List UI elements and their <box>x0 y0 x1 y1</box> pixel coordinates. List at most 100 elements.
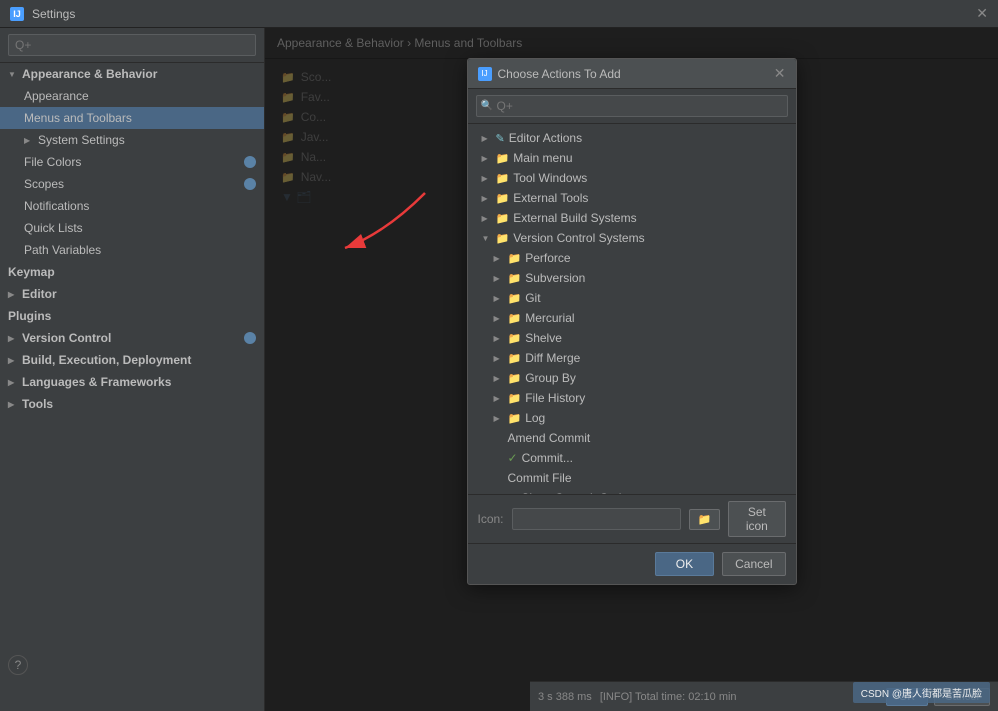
sidebar-item-label: File Colors <box>24 155 81 169</box>
log-text: [INFO] Total time: 02:10 min <box>600 691 737 703</box>
sidebar-item-system-settings[interactable]: ▶ System Settings <box>0 129 264 151</box>
folder-icon: 📁 <box>508 312 522 325</box>
modal-item-tool-windows[interactable]: ▶ 📁 Tool Windows <box>468 168 796 188</box>
sidebar-item-version-control[interactable]: ▶ Version Control <box>0 327 264 349</box>
app-icon: IJ <box>10 7 24 21</box>
modal-search-input[interactable] <box>476 95 788 117</box>
item-label: Subversion <box>525 271 585 285</box>
help-button[interactable]: ? <box>8 655 28 675</box>
arrow-icon: ▶ <box>8 400 18 409</box>
arrow-icon: ▶ <box>24 136 34 145</box>
modal-item-mercurial[interactable]: ▶ 📁 Mercurial <box>468 308 796 328</box>
folder-icon: 📁 <box>496 152 510 165</box>
choose-actions-dialog: IJ Choose Actions To Add ✕ 🔍 <box>467 58 797 585</box>
sidebar-item-label: Tools <box>22 397 53 411</box>
item-label: External Build Systems <box>513 211 636 225</box>
sidebar-item-appearance[interactable]: Appearance <box>0 85 264 107</box>
modal-item-external-tools[interactable]: ▶ 📁 External Tools <box>468 188 796 208</box>
sidebar-item-label: Languages & Frameworks <box>22 375 171 389</box>
expand-arrow-icon: ▶ <box>494 314 504 323</box>
modal-item-group-by[interactable]: ▶ 📁 Group By <box>468 368 796 388</box>
sidebar-item-editor[interactable]: ▶ Editor <box>0 283 264 305</box>
modal-item-subversion[interactable]: ▶ 📁 Subversion <box>468 268 796 288</box>
modal-item-shelve[interactable]: ▶ 📁 Shelve <box>468 328 796 348</box>
modal-item-git[interactable]: ▶ 📁 Git <box>468 288 796 308</box>
icon-section: Icon: 📁 Set icon <box>468 494 796 543</box>
modal-item-vcs[interactable]: ▼ 📁 Version Control Systems <box>468 228 796 248</box>
sidebar-item-label: Editor <box>22 287 57 301</box>
folder-icon: 📁 <box>508 392 522 405</box>
expand-arrow-icon: ▶ <box>482 194 492 203</box>
modal-close-button[interactable]: ✕ <box>774 65 786 82</box>
modal-item-external-build-systems[interactable]: ▶ 📁 External Build Systems <box>468 208 796 228</box>
sidebar-item-quick-lists[interactable]: Quick Lists <box>0 217 264 239</box>
item-label: Main menu <box>513 151 572 165</box>
expand-arrow-icon: ▶ <box>494 414 504 423</box>
folder-icon: 📁 <box>508 412 522 425</box>
icon-browse-button[interactable]: 📁 <box>689 509 721 530</box>
expand-arrow-icon: ▶ <box>494 334 504 343</box>
icon-path-input[interactable] <box>512 508 681 530</box>
arrow-icon: ▶ <box>8 290 18 299</box>
modal-cancel-button[interactable]: Cancel <box>722 552 785 576</box>
sidebar-item-label: Keymap <box>8 265 55 279</box>
item-label: File History <box>525 391 585 405</box>
arrow-icon: ▼ <box>8 70 18 79</box>
modal-ok-button[interactable]: OK <box>655 552 714 576</box>
expand-arrow-icon: ▶ <box>494 394 504 403</box>
modal-buttons: OK Cancel <box>468 543 796 584</box>
modal-item-perforce[interactable]: ▶ 📁 Perforce <box>468 248 796 268</box>
icon-label: Icon: <box>478 512 504 526</box>
item-label: Version Control Systems <box>513 231 644 245</box>
sidebar-item-languages-frameworks[interactable]: ▶ Languages & Frameworks <box>0 371 264 393</box>
sidebar-item-keymap[interactable]: Keymap <box>0 261 264 283</box>
modal-item-commit[interactable]: ▶ ✓ Commit... <box>468 448 796 468</box>
folder-icon: 📁 <box>496 232 510 245</box>
modal-title-icon: IJ <box>478 67 492 81</box>
item-label: Shelve <box>525 331 562 345</box>
sidebar-item-label: Appearance <box>24 89 89 103</box>
sidebar-item-file-colors[interactable]: File Colors <box>0 151 264 173</box>
modal-item-diff-merge[interactable]: ▶ 📁 Diff Merge <box>468 348 796 368</box>
badge-icon <box>244 156 256 168</box>
sidebar-search-wrapper <box>0 28 264 63</box>
modal-item-file-history[interactable]: ▶ 📁 File History <box>468 388 796 408</box>
set-icon-button[interactable]: Set icon <box>728 501 785 537</box>
expand-arrow-icon: ▶ <box>494 354 504 363</box>
sidebar-item-menus-toolbars[interactable]: Menus and Toolbars <box>0 107 264 129</box>
item-label: External Tools <box>513 191 588 205</box>
folder-icon: 📁 <box>508 252 522 265</box>
modal-item-amend-commit[interactable]: ▶ Amend Commit <box>468 428 796 448</box>
modal-item-commit-file[interactable]: ▶ Commit File <box>468 468 796 488</box>
expand-arrow-icon: ▶ <box>494 374 504 383</box>
folder-icon: 📁 <box>496 172 510 185</box>
arrow-icon: ▶ <box>8 334 18 343</box>
modal-item-editor-actions[interactable]: ▶ ✎ Editor Actions <box>468 128 796 148</box>
modal-item-log[interactable]: ▶ 📁 Log <box>468 408 796 428</box>
modal-search-wrapper: 🔍 <box>468 89 796 124</box>
main-layout: ▼ Appearance & Behavior Appearance Menus… <box>0 28 998 711</box>
item-label: Log <box>525 411 545 425</box>
sidebar-item-appearance-behavior[interactable]: ▼ Appearance & Behavior <box>0 63 264 85</box>
sidebar-item-path-variables[interactable]: Path Variables <box>0 239 264 261</box>
sidebar-item-notifications[interactable]: Notifications <box>0 195 264 217</box>
item-label: Commit... <box>522 451 573 465</box>
modal-item-main-menu[interactable]: ▶ 📁 Main menu <box>468 148 796 168</box>
sidebar-item-label: Notifications <box>24 199 89 213</box>
item-label: Editor Actions <box>509 131 582 145</box>
sidebar-search-input[interactable] <box>8 34 256 56</box>
sidebar-item-plugins[interactable]: Plugins <box>0 305 264 327</box>
badge-icon <box>244 178 256 190</box>
expand-arrow-icon: ▶ <box>482 154 492 163</box>
sidebar-item-build-execution[interactable]: ▶ Build, Execution, Deployment <box>0 349 264 371</box>
window-close-button[interactable]: ✕ <box>976 5 988 22</box>
sidebar-item-label: Scopes <box>24 177 64 191</box>
check-icon: ✓ <box>508 451 518 465</box>
item-label: Diff Merge <box>525 351 580 365</box>
expand-arrow-icon: ▶ <box>482 134 492 143</box>
sidebar-item-tools[interactable]: ▶ Tools <box>0 393 264 415</box>
sidebar-item-scopes[interactable]: Scopes <box>0 173 264 195</box>
folder-icon: 📁 <box>508 272 522 285</box>
sidebar-item-label: Appearance & Behavior <box>22 67 157 81</box>
search-icon: 🔍 <box>481 101 493 112</box>
